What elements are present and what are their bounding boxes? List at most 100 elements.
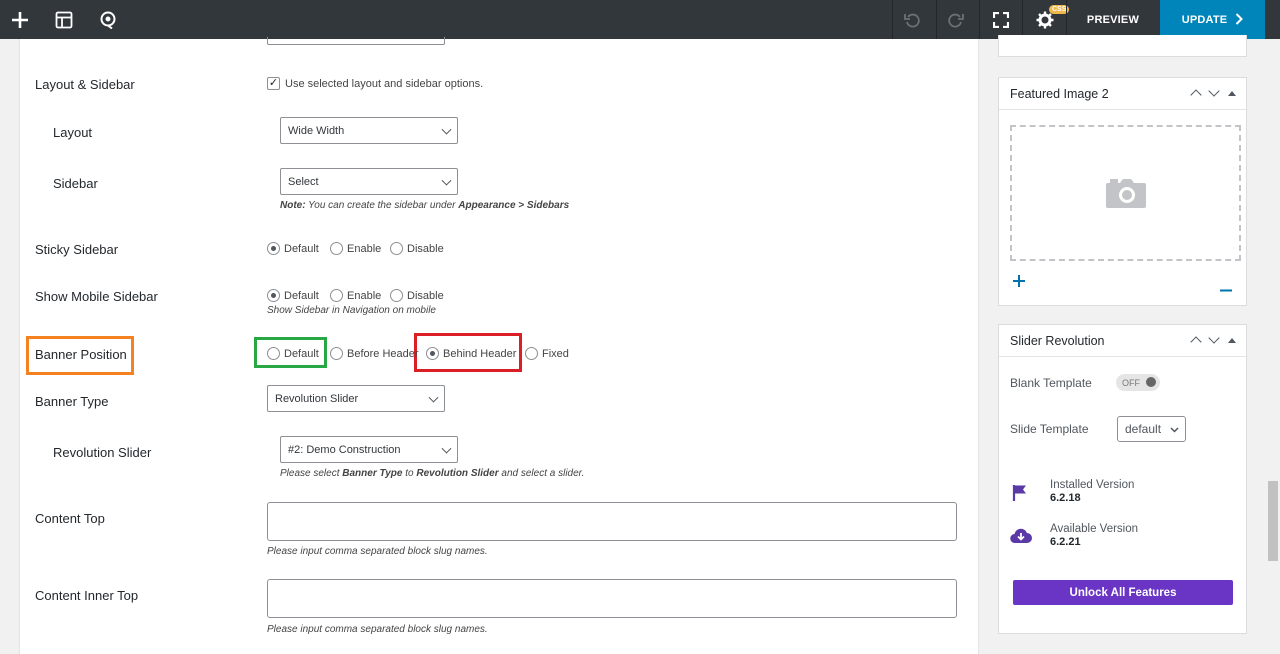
scrollbar-thumb[interactable] bbox=[1268, 481, 1278, 561]
installed-version-label: Installed Version bbox=[1050, 479, 1135, 491]
slider-revolution-title: Slider Revolution bbox=[1010, 333, 1105, 348]
plus-icon bbox=[11, 11, 28, 28]
note-part: Please select bbox=[280, 468, 343, 479]
toggle-knob bbox=[1146, 377, 1156, 387]
move-down-icon[interactable] bbox=[1208, 85, 1220, 97]
featured-image-box: Featured Image 2 bbox=[998, 77, 1247, 306]
layout-select[interactable]: Wide Width bbox=[280, 117, 458, 144]
mobile-sidebar-label: Show Mobile Sidebar bbox=[35, 289, 158, 304]
fullscreen-button[interactable] bbox=[980, 0, 1022, 39]
mobile-sidebar-enable-radio[interactable]: Enable bbox=[330, 289, 381, 302]
sidebar-note-text: You can create the sidebar under bbox=[305, 200, 459, 211]
sidebar-label: Sidebar bbox=[53, 176, 98, 191]
layout-label: Layout bbox=[53, 125, 93, 140]
banner-position-behind-header-radio[interactable]: Behind Header bbox=[426, 347, 516, 360]
sticky-sidebar-default-radio[interactable]: Default bbox=[267, 242, 319, 255]
slide-template-value: default bbox=[1125, 422, 1162, 436]
available-version-label: Available Version bbox=[1050, 523, 1139, 535]
sidebar-select[interactable]: Select bbox=[280, 168, 458, 195]
revolution-slider-select[interactable]: #2: Demo Construction bbox=[280, 436, 458, 463]
remove-image-button[interactable] bbox=[1220, 280, 1232, 295]
radio-label: Behind Header bbox=[443, 347, 517, 360]
revolution-slider-note: Please select Banner Type to Revolution … bbox=[280, 468, 584, 479]
revolution-slider-select-value: #2: Demo Construction bbox=[288, 443, 401, 456]
banner-type-select[interactable]: Revolution Slider bbox=[267, 385, 445, 412]
navigator-button[interactable] bbox=[88, 0, 128, 39]
radio-icon bbox=[330, 289, 343, 302]
add-image-button[interactable] bbox=[1013, 275, 1025, 290]
mobile-sidebar-default-radio[interactable]: Default bbox=[267, 289, 319, 302]
radio-icon bbox=[390, 242, 403, 255]
redo-button[interactable] bbox=[937, 0, 975, 39]
layout-sidebar-label: Layout & Sidebar bbox=[35, 77, 135, 92]
content-inner-top-label: Content Inner Top bbox=[35, 588, 139, 603]
radio-label: Default bbox=[284, 347, 319, 360]
radio-label: Disable bbox=[407, 289, 444, 302]
page-options-panel: Layout & Sidebar ✓ Use selected layout a… bbox=[19, 37, 979, 654]
radio-icon bbox=[330, 347, 343, 360]
minus-icon bbox=[1220, 289, 1232, 292]
content-top-label: Content Top bbox=[35, 511, 105, 526]
featured-image-header[interactable]: Featured Image 2 bbox=[999, 78, 1246, 110]
layout-icon bbox=[55, 11, 73, 28]
banner-position-label: Banner Position bbox=[35, 347, 127, 362]
installed-version-value: 6.2.18 bbox=[1050, 492, 1081, 504]
add-block-button[interactable] bbox=[0, 0, 39, 39]
update-label: UPDATE bbox=[1181, 13, 1228, 26]
unlock-all-features-button[interactable]: Unlock All Features bbox=[1013, 580, 1233, 605]
plus-icon bbox=[1013, 275, 1025, 287]
slide-template-select[interactable]: default bbox=[1117, 416, 1186, 442]
banner-type-select-value: Revolution Slider bbox=[275, 392, 359, 405]
radio-label: Enable bbox=[347, 289, 382, 302]
editor-toolbar: CSS PREVIEW UPDATE bbox=[0, 0, 1280, 39]
banner-position-fixed-radio[interactable]: Fixed bbox=[525, 347, 569, 360]
collapse-icon[interactable] bbox=[1228, 91, 1236, 96]
radio-icon bbox=[267, 347, 280, 360]
radio-checked-icon bbox=[267, 242, 280, 255]
radio-icon bbox=[390, 289, 403, 302]
content-top-note: Please input comma separated block slug … bbox=[267, 546, 488, 557]
partial-field[interactable] bbox=[267, 37, 445, 45]
chevron-down-icon bbox=[441, 175, 452, 186]
radio-label: Default bbox=[284, 289, 319, 302]
sidebar-box-partial bbox=[998, 35, 1247, 57]
sticky-sidebar-label: Sticky Sidebar bbox=[35, 242, 119, 257]
content-top-input[interactable] bbox=[267, 502, 957, 541]
page-scrollbar[interactable] bbox=[1266, 39, 1280, 654]
layout-button[interactable] bbox=[44, 0, 84, 39]
mobile-sidebar-disable-radio[interactable]: Disable bbox=[390, 289, 444, 302]
move-up-icon[interactable] bbox=[1190, 336, 1202, 348]
radio-label: Default bbox=[284, 242, 319, 255]
sticky-sidebar-disable-radio[interactable]: Disable bbox=[390, 242, 444, 255]
sticky-sidebar-enable-radio[interactable]: Enable bbox=[330, 242, 381, 255]
note-part: and select a slider. bbox=[498, 468, 585, 479]
collapse-icon[interactable] bbox=[1228, 338, 1236, 343]
featured-image-placeholder[interactable] bbox=[1010, 125, 1241, 261]
move-up-icon[interactable] bbox=[1190, 89, 1202, 101]
content-inner-top-note: Please input comma separated block slug … bbox=[267, 624, 488, 635]
blank-template-label: Blank Template bbox=[1010, 376, 1092, 390]
note-part: Banner Type bbox=[342, 468, 403, 479]
preview-button[interactable]: PREVIEW bbox=[1066, 0, 1160, 39]
undo-button[interactable] bbox=[893, 0, 931, 39]
radio-checked-icon bbox=[426, 347, 439, 360]
preview-label: PREVIEW bbox=[1086, 13, 1140, 26]
undo-icon bbox=[904, 13, 920, 27]
move-down-icon[interactable] bbox=[1208, 332, 1220, 344]
layout-select-value: Wide Width bbox=[288, 124, 345, 137]
slider-revolution-header[interactable]: Slider Revolution bbox=[999, 325, 1246, 357]
cloud-download-icon bbox=[1010, 527, 1032, 547]
use-layout-checkbox-label: Use selected layout and sidebar options. bbox=[285, 77, 484, 90]
flag-icon bbox=[1012, 484, 1028, 504]
update-button[interactable]: UPDATE bbox=[1160, 0, 1265, 39]
content-inner-top-input[interactable] bbox=[267, 579, 957, 618]
blank-template-toggle[interactable]: OFF bbox=[1116, 374, 1160, 391]
radio-label: Disable bbox=[407, 242, 444, 255]
note-part: to bbox=[402, 468, 417, 479]
chevron-down-icon bbox=[441, 443, 452, 454]
use-layout-checkbox[interactable]: ✓ Use selected layout and sidebar option… bbox=[267, 77, 483, 90]
banner-position-default-radio[interactable]: Default bbox=[267, 347, 319, 360]
banner-position-before-header-radio[interactable]: Before Header bbox=[330, 347, 419, 360]
radio-icon bbox=[330, 242, 343, 255]
navigator-icon bbox=[100, 11, 116, 29]
